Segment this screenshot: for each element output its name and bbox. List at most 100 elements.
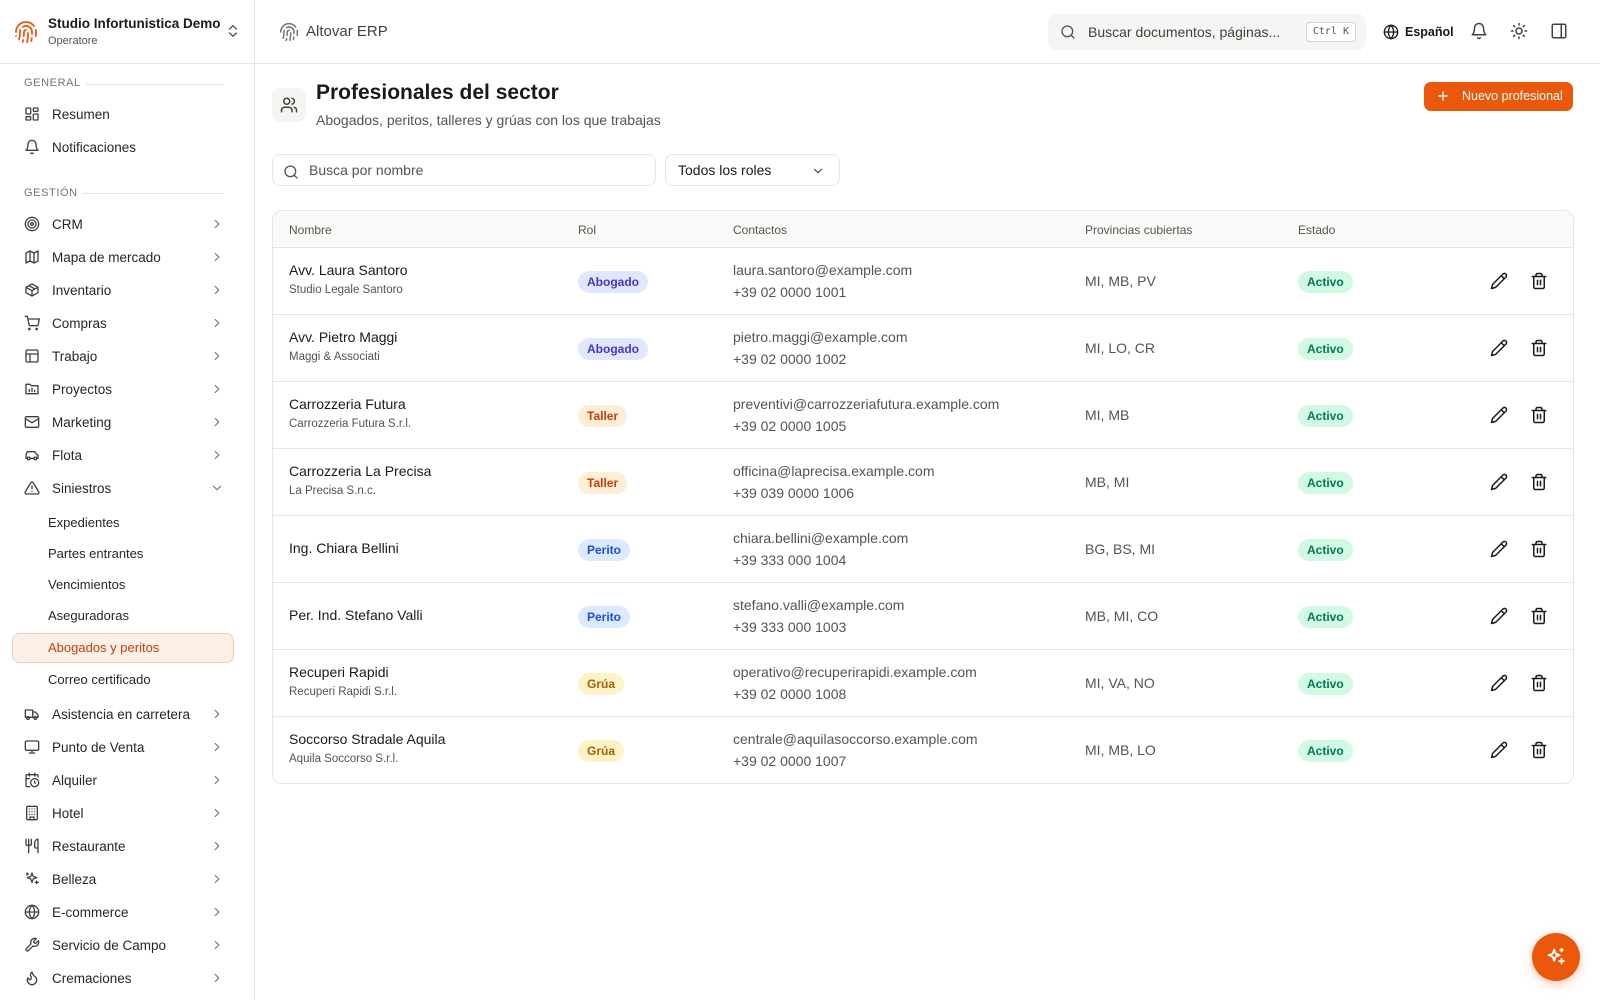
column-header-status: Estado — [1298, 223, 1336, 237]
sidebar-item-punto-de-venta[interactable]: Punto de Venta — [12, 731, 234, 763]
edit-pencil-icon[interactable] — [1490, 339, 1508, 357]
contact-phone: +39 333 000 1004 — [733, 552, 847, 568]
professional-name: Ing. Chiara Bellini — [289, 540, 399, 556]
topbar: Altovar ERP Buscar documentos, páginas..… — [255, 0, 1600, 64]
sidebar-subitem-partes-entrantes[interactable]: Partes entrantes — [12, 539, 234, 569]
delete-trash-icon[interactable] — [1530, 674, 1548, 692]
globe-icon — [1383, 24, 1399, 40]
fingerprint-icon — [14, 20, 38, 44]
sidebar-subitem-expedientes[interactable]: Expedientes — [12, 508, 234, 538]
delete-trash-icon[interactable] — [1530, 406, 1548, 424]
name-search-input[interactable] — [309, 159, 639, 181]
table-row: Ing. Chiara Bellini Perito chiara.bellini@… — [273, 516, 1573, 583]
professional-company: Carrozzeria Futura S.r.l. — [289, 418, 412, 430]
role-badge: Abogado — [578, 338, 648, 360]
edit-pencil-icon[interactable] — [1490, 473, 1508, 491]
edit-pencil-icon[interactable] — [1490, 540, 1508, 558]
contact-email: laura.santoro@example.com — [733, 262, 913, 278]
role-badge: Taller — [578, 405, 628, 427]
sidebar-item-notificaciones[interactable]: Notificaciones — [12, 131, 234, 163]
professional-name: Avv. Pietro Maggi — [289, 329, 398, 345]
sidebar-subitem-vencimientos[interactable]: Vencimientos — [12, 570, 234, 600]
edit-pencil-icon[interactable] — [1490, 607, 1508, 625]
sidebar-item-hotel[interactable]: Hotel — [12, 797, 234, 829]
org-switcher[interactable]: Studio Infortunistica Demo Operatore — [0, 0, 255, 64]
ai-assistant-button[interactable] — [1532, 933, 1580, 981]
sidebar-item-mapa-de-mercado[interactable]: Mapa de mercado — [12, 241, 234, 273]
edit-pencil-icon[interactable] — [1490, 406, 1508, 424]
sidebar-subitem-aseguradoras[interactable]: Aseguradoras — [12, 601, 234, 631]
role-filter-select[interactable]: Todos los roles — [665, 154, 840, 186]
global-search-placeholder: Buscar documentos, páginas... — [1088, 24, 1281, 40]
edit-pencil-icon[interactable] — [1490, 674, 1508, 692]
chevron-right-icon — [210, 316, 224, 330]
sidebar-item-cremaciones[interactable]: Cremaciones — [12, 962, 234, 994]
professional-company: La Precisa S.n.c. — [289, 485, 376, 497]
section-divider — [82, 193, 224, 194]
contact-email: officina@laprecisa.example.com — [733, 463, 935, 479]
sidebar-item-label: Belleza — [52, 871, 97, 887]
org-role: Operatore — [48, 35, 98, 47]
clipboard-icon — [24, 348, 40, 364]
sidebar-item-flota[interactable]: Flota — [12, 439, 234, 471]
delete-trash-icon[interactable] — [1530, 473, 1548, 491]
sidebar-item-servicio-de-campo[interactable]: Servicio de Campo — [12, 929, 234, 961]
sidebar-item-marketing[interactable]: Marketing — [12, 406, 234, 438]
sidebar-item-resumen[interactable]: Resumen — [12, 98, 234, 130]
delete-trash-icon[interactable] — [1530, 741, 1548, 759]
sidebar-toggle-icon[interactable] — [1550, 22, 1568, 40]
sidebar-item-e-commerce[interactable]: E-commerce — [12, 896, 234, 928]
bell-icon[interactable] — [1470, 22, 1488, 40]
language-selector[interactable]: Español — [1383, 22, 1454, 42]
provinces-covered: MI, MB — [1085, 407, 1130, 423]
sidebar-item-crm[interactable]: CRM — [12, 208, 234, 240]
sidebar-subitem-abogados-y-peritos[interactable]: Abogados y peritos — [12, 633, 234, 663]
table-row: Avv. Laura Santoro Studio Legale Santoro A… — [273, 248, 1573, 315]
sparkles-icon — [24, 871, 40, 887]
role-badge: Grúa — [578, 673, 625, 695]
professional-name: Avv. Laura Santoro — [289, 262, 408, 278]
role-badge: Perito — [578, 606, 631, 628]
sidebar-item-label: Siniestros — [52, 480, 112, 496]
map-icon — [24, 249, 40, 265]
sidebar-item-restaurante[interactable]: Restaurante — [12, 830, 234, 862]
sidebar-item-asistencia-en-carretera[interactable]: Asistencia en carretera — [12, 698, 234, 730]
edit-pencil-icon[interactable] — [1490, 272, 1508, 290]
sidebar-subitem-correo-certificado[interactable]: Correo certificado — [12, 665, 234, 695]
sun-icon[interactable] — [1510, 22, 1528, 40]
sidebar-item-compras[interactable]: Compras — [12, 307, 234, 339]
column-header-provinces: Provincias cubiertas — [1085, 223, 1193, 237]
chevron-right-icon — [210, 349, 224, 363]
sidebar-item-label: Flota — [52, 447, 83, 463]
contact-phone: +39 039 0000 1006 — [733, 485, 855, 501]
delete-trash-icon[interactable] — [1530, 272, 1548, 290]
sidebar-item-proyectos[interactable]: Proyectos — [12, 373, 234, 405]
sidebar-item-label: Inventario — [52, 282, 112, 298]
status-badge: Activo — [1298, 539, 1353, 561]
sidebar-item-alquiler[interactable]: Alquiler — [12, 764, 234, 796]
contact-email: operativo@recuperirapidi.example.com — [733, 664, 977, 680]
search-icon — [283, 164, 299, 180]
sidebar-item-inventario[interactable]: Inventario — [12, 274, 234, 306]
delete-trash-icon[interactable] — [1530, 339, 1548, 357]
sidebar-item-label: Cremaciones — [52, 970, 132, 986]
column-header-name: Nombre — [289, 223, 332, 237]
global-search[interactable]: Buscar documentos, páginas... Ctrl K — [1048, 14, 1366, 50]
delete-trash-icon[interactable] — [1530, 607, 1548, 625]
sidebar-item-trabajo[interactable]: Trabajo — [12, 340, 234, 372]
sidebar-item-belleza[interactable]: Belleza — [12, 863, 234, 895]
role-badge: Grúa — [578, 740, 625, 762]
provinces-covered: MB, MI — [1085, 474, 1130, 490]
delete-trash-icon[interactable] — [1530, 540, 1548, 558]
chevron-right-icon — [210, 448, 224, 462]
edit-pencil-icon[interactable] — [1490, 741, 1508, 759]
sidebar-item-siniestros[interactable]: Siniestros — [12, 472, 234, 504]
sidebar-item-label: Trabajo — [52, 348, 98, 364]
sidebar-item-label: Punto de Venta — [52, 739, 145, 755]
sidebar-item-label: Compras — [52, 315, 107, 331]
new-professional-button[interactable]: Nuevo profesional — [1424, 82, 1573, 111]
contact-email: centrale@aquilasoccorso.example.com — [733, 731, 978, 747]
chevron-right-icon — [210, 740, 224, 754]
sidebar-subitem-label: Partes entrantes — [48, 546, 144, 561]
chevron-right-icon — [210, 905, 224, 919]
